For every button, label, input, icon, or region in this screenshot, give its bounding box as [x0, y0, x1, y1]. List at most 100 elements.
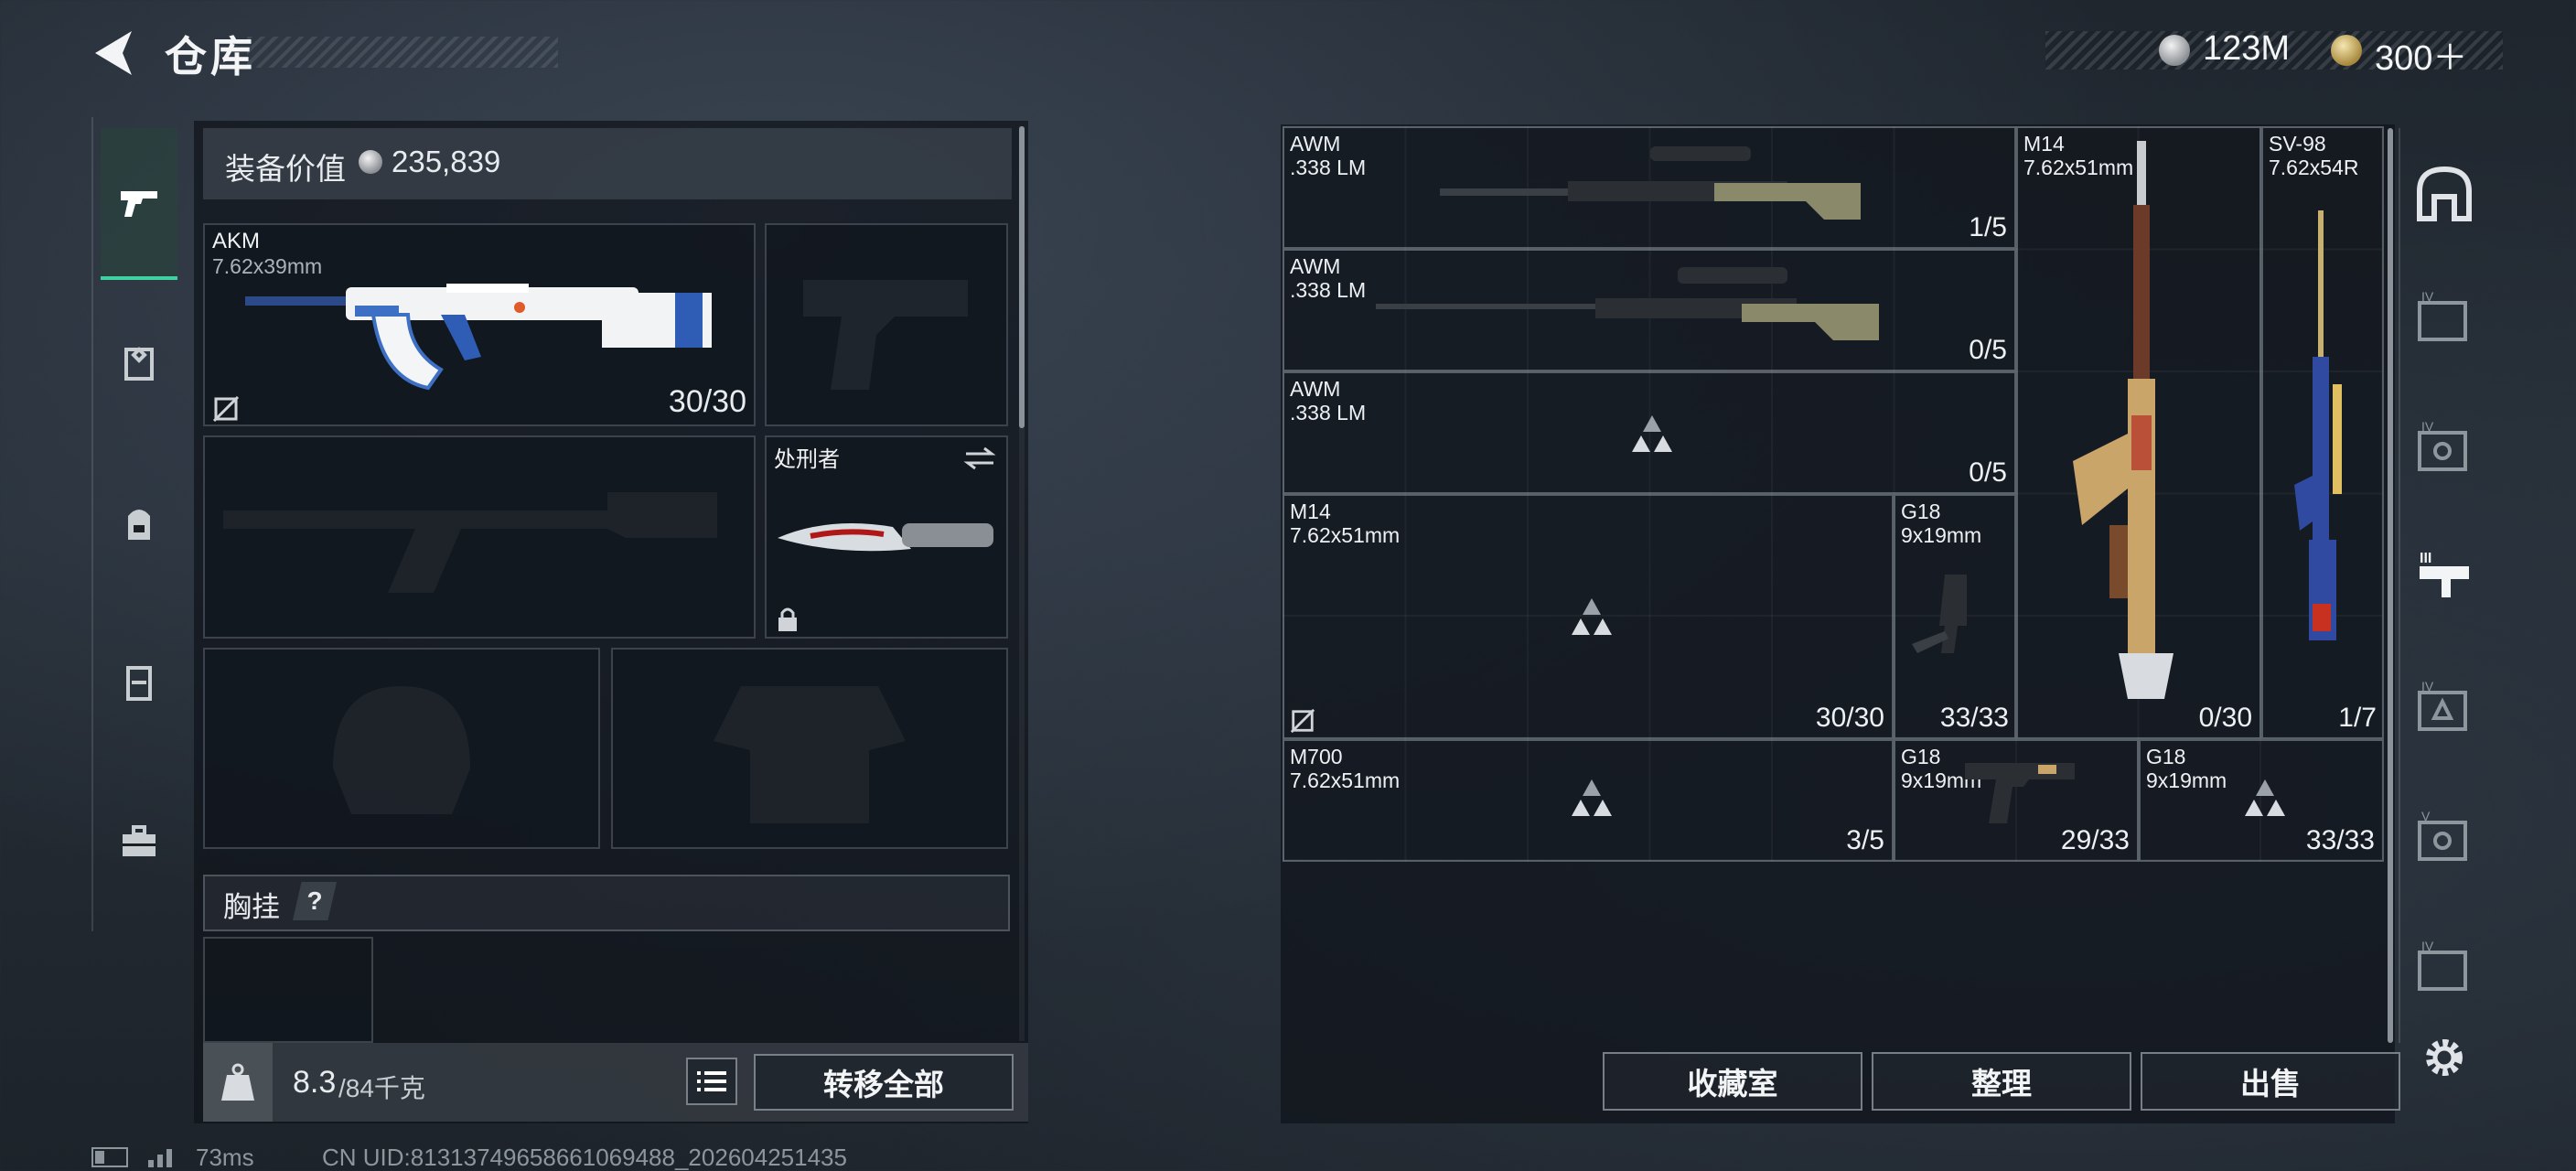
nav-vest[interactable]: [101, 604, 177, 761]
nav-toolbox[interactable]: [101, 763, 177, 920]
stash-page-3-active[interactable]: III: [2406, 540, 2483, 617]
swap-icon[interactable]: [962, 445, 997, 472]
pistol-image: [1965, 763, 2075, 823]
stash-item[interactable]: AWM .338 LM 0/5: [1283, 371, 2016, 494]
equipment-value-amount: 235,839: [392, 145, 501, 178]
no-insure-icon: [1290, 708, 1315, 734]
currency-gold-amount[interactable]: 300＋: [2375, 29, 2467, 80]
stash-page-6[interactable]: IV: [2406, 929, 2483, 1006]
stash-item[interactable]: M14 7.62x51mm 0/30: [2016, 126, 2261, 739]
item-name: G18: [1901, 500, 1941, 523]
lock-icon: [778, 607, 797, 631]
item-caliber: 9x19mm: [1901, 523, 1982, 547]
melee-name: 处刑者: [774, 447, 840, 472]
melee-slot[interactable]: 处刑者: [765, 435, 1008, 639]
gold-coin-icon: [2331, 35, 2362, 66]
item-caliber: .338 LM: [1290, 401, 1367, 424]
stash-item[interactable]: G18 9x19mm 33/33: [2139, 739, 2384, 862]
stash-page-5[interactable]: V: [2406, 800, 2483, 876]
stash-page-4[interactable]: IV: [2406, 670, 2483, 747]
folder-grid-icon: IV: [2418, 419, 2467, 471]
item-name: AWM: [1290, 132, 1341, 156]
nav-backpack[interactable]: [101, 445, 177, 602]
svg-text:IV: IV: [2421, 419, 2434, 434]
organize-button[interactable]: 整理: [1872, 1052, 2131, 1111]
item-caliber: .338 LM: [1290, 278, 1367, 302]
secondary-weapon-slot[interactable]: [203, 435, 756, 639]
chest-rig-slot[interactable]: [203, 937, 373, 1043]
item-name: M700: [1290, 745, 1343, 768]
nav-weapons[interactable]: [101, 128, 177, 280]
weapon-ammo-count: 30/30: [668, 384, 746, 419]
unknown-item-icon: [2245, 779, 2285, 816]
title-decoration: [247, 37, 558, 68]
stash-item[interactable]: G18 9x19mm 33/33: [1894, 494, 2016, 739]
weight-max: /84千克: [338, 1074, 425, 1102]
signal-icon: [148, 1149, 172, 1167]
item-caliber: 7.62x51mm: [1290, 768, 1401, 792]
item-name: G18: [1901, 745, 1941, 768]
stash-page-1[interactable]: IV: [2406, 280, 2483, 357]
helmet-placeholder-icon: [333, 686, 470, 814]
pistol-icon: [121, 191, 157, 217]
back-arrow-icon[interactable]: [88, 27, 135, 79]
item-count: 33/33: [1939, 703, 2009, 733]
list-view-button[interactable]: [686, 1058, 737, 1105]
stash-item[interactable]: M700 7.62x51mm 3/5: [1283, 739, 1894, 862]
uid-text: CN UID:813137496586610694​88_20260425143…: [322, 1144, 847, 1171]
primary-weapon-slot[interactable]: AKM 7.62x39mm 30/30: [203, 223, 756, 426]
vault-icon: [2417, 166, 2472, 221]
equipment-value-label: 装备价值: [225, 152, 346, 186]
rifle-rack-icon: III: [2420, 551, 2469, 597]
sell-button[interactable]: 出售: [2141, 1052, 2400, 1111]
loadout-scrollbar[interactable]: [1019, 126, 1025, 428]
stash-scrollbar[interactable]: [2388, 128, 2393, 1043]
awm-rifle-image: [1440, 146, 1861, 220]
value-coin-icon: [359, 150, 382, 174]
currency-silver-amount: 123M: [2203, 29, 2291, 68]
item-name: M14: [1290, 500, 1331, 523]
helmet-slot[interactable]: [203, 648, 600, 849]
pistol-image: [1912, 575, 1967, 653]
vest-icon: [126, 666, 152, 701]
item-caliber: 9x19mm: [2146, 768, 2227, 792]
unknown-item-icon: [1572, 598, 1612, 635]
folder-grid-icon: V: [2418, 809, 2467, 861]
stash-item[interactable]: AWM .338 LM 0/5: [1283, 249, 2016, 371]
stash-page-2[interactable]: IV: [2406, 410, 2483, 487]
stash-item[interactable]: G18 9x19mm 29/33: [1894, 739, 2139, 862]
armor-icon: [124, 347, 154, 381]
stash-page-home[interactable]: [2406, 156, 2483, 232]
item-count: 33/33: [2305, 825, 2375, 855]
weight-icon-box: [203, 1043, 273, 1122]
list-icon: [697, 1071, 726, 1091]
item-caliber: .338 LM: [1290, 156, 1367, 179]
settings-button[interactable]: [2406, 1019, 2483, 1096]
unknown-item-icon: [1632, 415, 1672, 452]
item-name: G18: [2146, 745, 2186, 768]
page-title: 仓库: [165, 33, 256, 81]
stash-item[interactable]: M14 7.62x51mm 30/30: [1283, 494, 1894, 739]
svg-text:V: V: [2421, 809, 2431, 823]
kg-weight-icon: [221, 1063, 254, 1101]
transfer-all-button[interactable]: 转移全部: [754, 1054, 1014, 1111]
folder-grid-icon: IV: [2418, 939, 2467, 991]
stash-item[interactable]: SV-98 7.62x54R 1/7: [2261, 126, 2384, 739]
nav-helmet[interactable]: [101, 285, 177, 443]
item-name: SV-98: [2269, 132, 2326, 156]
armor-placeholder-icon: [714, 686, 906, 823]
item-count: 1/7: [2338, 703, 2377, 733]
stash-item[interactable]: AWM .338 LM 1/5: [1283, 126, 2016, 249]
item-count: 0/5: [1969, 457, 2007, 488]
toolbox-icon: [123, 825, 156, 856]
battery-icon: [91, 1147, 128, 1167]
sidearm-slot[interactable]: [765, 223, 1008, 426]
ping-text: 73ms: [196, 1144, 254, 1171]
silver-coin-icon: [2159, 35, 2190, 66]
collection-room-button[interactable]: 收藏室: [1603, 1052, 1862, 1111]
body-armor-slot[interactable]: [611, 648, 1008, 849]
svg-text:III: III: [2420, 551, 2431, 566]
rifle-placeholder-icon: [223, 492, 717, 593]
gear-icon: [2426, 1039, 2463, 1076]
m14-rifle-image: [2073, 141, 2174, 699]
